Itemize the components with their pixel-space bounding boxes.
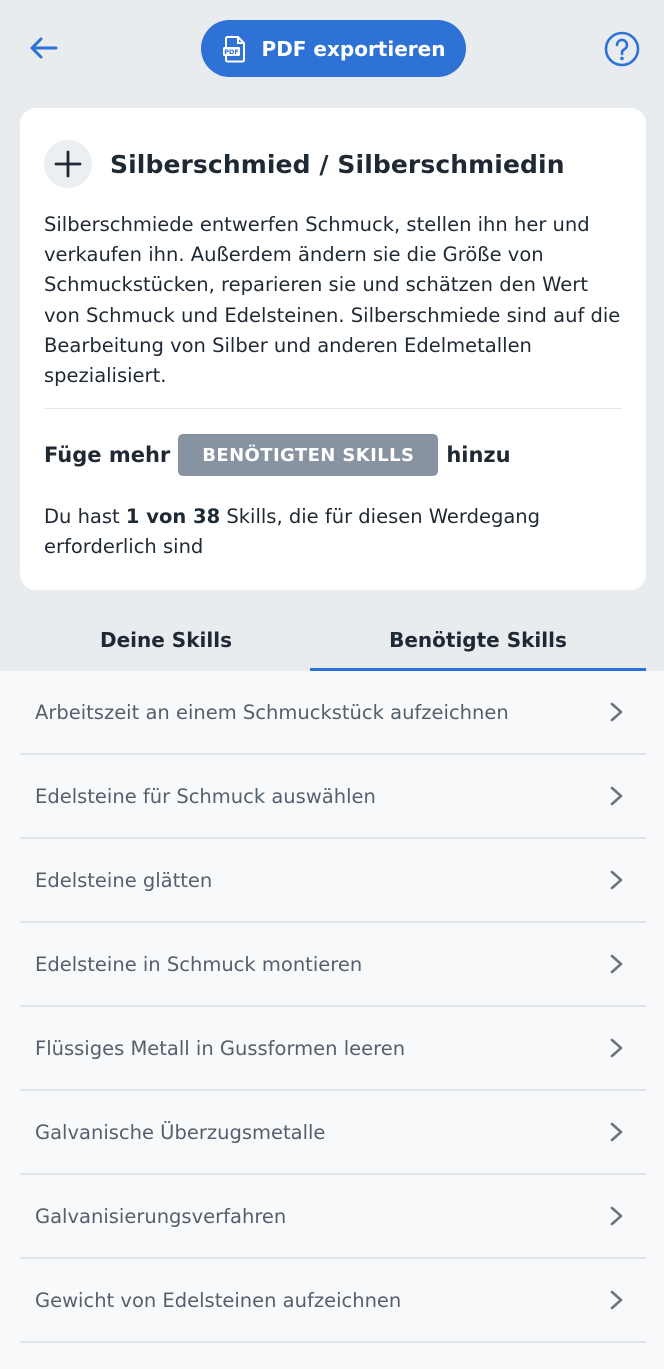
add-skills-row: Füge mehr BENÖTIGTEN SKILLS hinzu — [44, 434, 511, 476]
skills-tabs: Deine Skills Benötigte Skills — [20, 616, 646, 671]
divider — [44, 408, 622, 409]
plus-icon — [54, 150, 82, 178]
chevron-right-icon — [610, 702, 623, 722]
back-button[interactable] — [24, 30, 64, 66]
count-value: 1 von 38 — [125, 505, 221, 528]
tab-your-skills[interactable]: Deine Skills — [20, 616, 312, 671]
chevron-right-icon — [610, 870, 623, 890]
pdf-export-label: PDF exportieren — [261, 36, 446, 61]
arrow-left-icon — [30, 37, 58, 59]
add-occupation-button[interactable] — [44, 140, 92, 188]
card-header: Silberschmied / Silberschmiedin — [44, 140, 565, 188]
count-prefix: Du hast — [44, 505, 126, 528]
add-skills-prefix: Füge mehr — [44, 443, 171, 467]
list-item-label: Edelsteine glätten — [35, 868, 213, 892]
list-item[interactable]: Arbeitszeit an einem Schmuckstück aufzei… — [20, 671, 646, 755]
tab-required-skills[interactable]: Benötigte Skills — [310, 616, 646, 671]
occupation-title: Silberschmied / Silberschmiedin — [110, 149, 565, 179]
top-bar: PDF PDF exportieren — [0, 0, 664, 100]
skills-count-text: Du hast 1 von 38 Skills, die für diesen … — [44, 502, 604, 562]
occupation-card: Silberschmied / Silberschmiedin Silbersc… — [20, 108, 646, 590]
pdf-file-icon: PDF — [222, 35, 245, 62]
chevron-right-icon — [610, 1290, 623, 1310]
chevron-right-icon — [610, 1122, 623, 1142]
list-item-label: Edelsteine für Schmuck auswählen — [35, 784, 376, 808]
list-item[interactable]: Edelsteine in Schmuck montieren — [20, 923, 646, 1007]
question-circle-icon — [604, 31, 640, 67]
list-item-label: Edelsteine in Schmuck montieren — [35, 952, 363, 976]
list-item-label: Galvanische Überzugsmetalle — [35, 1120, 326, 1144]
svg-text:PDF: PDF — [224, 48, 239, 56]
list-item-label: Galvanisierungsverfahren — [35, 1204, 287, 1228]
list-item[interactable]: Edelsteine glätten — [20, 839, 646, 923]
chevron-right-icon — [610, 1206, 623, 1226]
list-item-label: Gewicht von Edelsteinen aufzeichnen — [35, 1288, 402, 1312]
skills-list: Arbeitszeit an einem Schmuckstück aufzei… — [0, 671, 664, 1369]
occupation-description: Silberschmiede entwerfen Schmuck, stelle… — [44, 213, 621, 388]
list-item[interactable]: Gewicht von Edelsteinen aufzeichnen — [20, 1259, 646, 1343]
help-button[interactable] — [603, 30, 641, 68]
pdf-export-button[interactable]: PDF PDF exportieren — [201, 20, 466, 77]
chevron-right-icon — [610, 954, 623, 974]
list-item[interactable]: Galvanisierungsverfahren — [20, 1175, 646, 1259]
chevron-right-icon — [610, 786, 623, 806]
list-item-label: Flüssiges Metall in Gussformen leeren — [35, 1036, 406, 1060]
list-item-label: Arbeitszeit an einem Schmuckstück aufzei… — [35, 700, 509, 724]
required-skills-pill[interactable]: BENÖTIGTEN SKILLS — [178, 434, 439, 476]
add-skills-suffix: hinzu — [446, 443, 511, 467]
list-item[interactable]: Flüssiges Metall in Gussformen leeren — [20, 1007, 646, 1091]
list-item[interactable]: Galvanische Überzugsmetalle — [20, 1091, 646, 1175]
chevron-right-icon — [610, 1038, 623, 1058]
list-item[interactable]: Edelsteine für Schmuck auswählen — [20, 755, 646, 839]
